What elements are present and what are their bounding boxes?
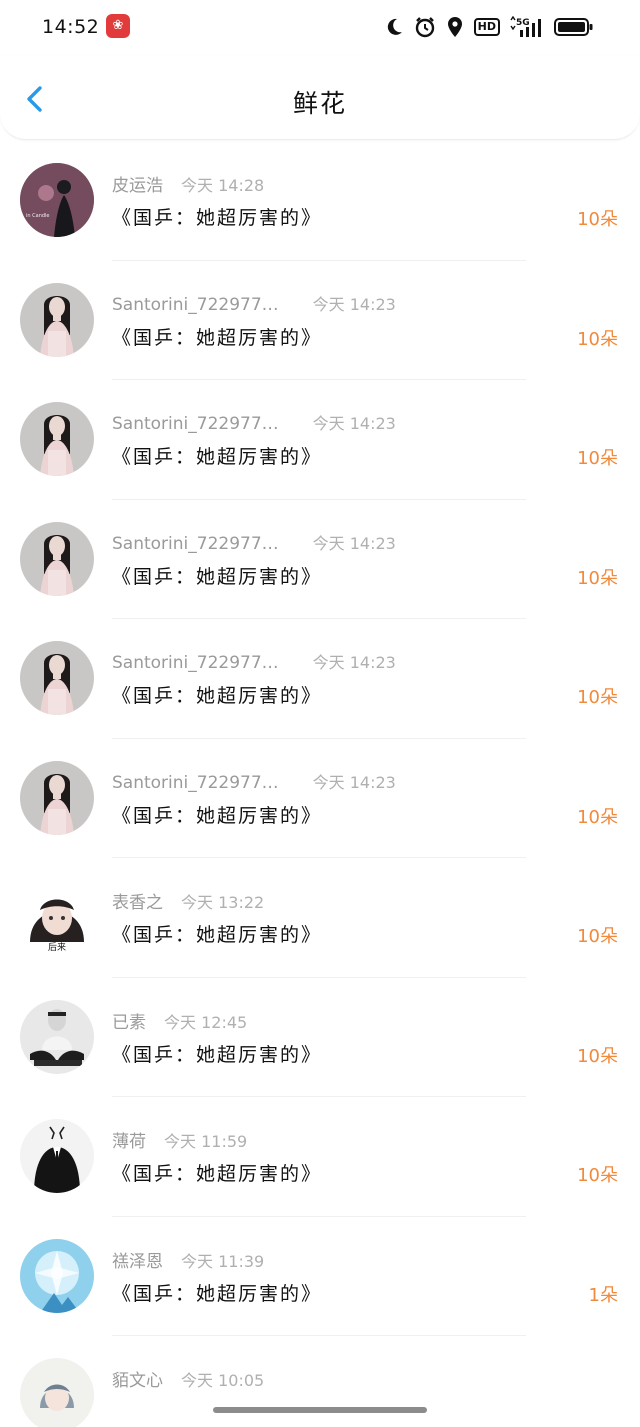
avatar-sitting-person[interactable] <box>20 999 94 1074</box>
user-name[interactable]: 禚泽恩 <box>112 1247 163 1272</box>
status-bar: 14:52 ❀ HD 5G <box>0 0 640 56</box>
avatar-anime[interactable] <box>20 1358 94 1427</box>
home-indicator[interactable] <box>213 1407 427 1413</box>
status-icons: HD 5G <box>384 16 594 38</box>
post-title[interactable]: 《国乒：她超厉害的》 <box>112 203 322 230</box>
network-label: 5G <box>516 18 530 28</box>
post-time: 今天 14:28 <box>181 176 265 195</box>
post-time: 今天 11:59 <box>164 1132 248 1151</box>
avatar-woman[interactable] <box>20 760 94 835</box>
avatar-woman[interactable] <box>20 402 94 476</box>
item-meta: Santorini_722977… 今天 14:23 <box>112 530 396 554</box>
post-title[interactable]: 《国乒：她超厉害的》 <box>112 801 322 828</box>
post-time: 今天 14:23 <box>312 653 396 672</box>
avatar-caption: 后来 <box>48 942 66 953</box>
user-name[interactable]: 表香之 <box>112 888 163 913</box>
list-item[interactable]: 貊文心 今天 10:05 <box>0 1336 640 1427</box>
post-time: 今天 14:23 <box>312 414 396 433</box>
status-time: 14:52 <box>42 16 100 38</box>
avatar-woman[interactable] <box>20 521 94 596</box>
post-time: 今天 10:05 <box>181 1371 265 1390</box>
item-meta: Santorini_722977… 今天 14:23 <box>112 410 396 434</box>
item-meta: 表香之 今天 13:22 <box>112 888 264 913</box>
post-title[interactable]: 《国乒：她超厉害的》 <box>112 442 322 469</box>
post-title[interactable]: 《国乒：她超厉害的》 <box>112 323 322 350</box>
user-name[interactable]: 薄荷 <box>112 1127 146 1152</box>
list-item[interactable]: Santorini_722977… 今天 14:23 《国乒：她超厉害的》 10… <box>0 261 640 381</box>
post-time: 今天 13:22 <box>181 893 265 912</box>
avatar-dark-portrait[interactable]: in Candle <box>20 163 94 237</box>
list-item[interactable]: Santorini_722977… 今天 14:23 《国乒：她超厉害的》 10… <box>0 500 640 620</box>
post-title[interactable]: 《国乒：她超厉害的》 <box>112 562 322 589</box>
post-time: 今天 11:39 <box>181 1251 265 1271</box>
flower-count: 10朵 <box>577 806 618 828</box>
flower-count: 1朵 <box>588 1284 618 1306</box>
user-name[interactable]: Santorini_722977… <box>112 534 279 554</box>
hd-icon: HD <box>473 18 500 36</box>
post-title[interactable]: 《国乒：她超厉害的》 <box>112 1279 322 1306</box>
post-title[interactable]: 《国乒：她超厉害的》 <box>112 681 322 708</box>
alarm-icon <box>415 17 434 38</box>
list-item[interactable]: 已素 今天 12:45 《国乒：她超厉害的》 10朵 <box>0 978 640 1098</box>
user-name[interactable]: Santorini_722977… <box>112 653 279 673</box>
avatar-woman[interactable] <box>20 641 94 715</box>
flower-count: 10朵 <box>577 209 618 230</box>
flower-count: 10朵 <box>577 328 618 350</box>
post-title[interactable]: 《国乒：她超厉害的》 <box>112 920 322 947</box>
item-meta: Santorini_722977… 今天 14:23 <box>112 649 396 673</box>
list-item[interactable]: 薄荷 今天 11:59 《国乒：她超厉害的》 10朵 <box>0 1097 640 1217</box>
post-title[interactable]: 《国乒：她超厉害的》 <box>112 1040 322 1067</box>
item-meta: Santorini_722977… 今天 14:23 <box>112 769 396 793</box>
user-name[interactable]: Santorini_722977… <box>112 773 279 793</box>
avatar-woman[interactable] <box>20 282 94 357</box>
flower-count: 10朵 <box>577 1045 618 1067</box>
user-name[interactable]: 皮运浩 <box>112 171 163 196</box>
item-meta: 已素 今天 12:45 <box>112 1008 247 1033</box>
flower-count: 10朵 <box>577 448 618 469</box>
avatar-girl-caption[interactable]: 后来 <box>20 880 94 954</box>
item-meta: Santorini_722977… 今天 14:23 <box>112 291 396 315</box>
item-meta: 貊文心 今天 10:05 <box>112 1366 264 1391</box>
flower-count: 10朵 <box>577 1165 618 1186</box>
signal-5g-icon: 5G <box>510 16 541 37</box>
flower-count: 10朵 <box>577 687 618 708</box>
nav-bar: 鲜花 <box>0 56 640 140</box>
user-name[interactable]: Santorini_722977… <box>112 414 279 434</box>
user-name[interactable]: 貊文心 <box>112 1366 163 1391</box>
list-item[interactable]: Santorini_722977… 今天 14:23 《国乒：她超厉害的》 10… <box>0 380 640 500</box>
gift-list: in Candle 皮运浩 今天 14:28 《国乒：她超厉害的》 10朵 Sa… <box>0 141 640 1427</box>
moon-icon <box>387 18 402 35</box>
item-meta: 薄荷 今天 11:59 <box>112 1127 247 1152</box>
list-item[interactable]: 禚泽恩 今天 11:39 《国乒：她超厉害的》 1朵 <box>0 1217 640 1337</box>
post-time: 今天 14:23 <box>312 294 396 314</box>
avatar-blue-crystal[interactable] <box>20 1238 94 1313</box>
app-notification-icon: ❀ <box>106 14 130 38</box>
location-icon <box>447 17 462 37</box>
flower-count: 10朵 <box>577 567 618 589</box>
list-item[interactable]: in Candle 皮运浩 今天 14:28 《国乒：她超厉害的》 10朵 <box>0 141 640 261</box>
battery-icon <box>554 18 593 36</box>
post-time: 今天 14:23 <box>312 533 396 553</box>
post-time: 今天 12:45 <box>164 1012 248 1032</box>
flower-count: 10朵 <box>577 926 618 947</box>
page-title: 鲜花 <box>292 89 347 118</box>
post-title[interactable]: 《国乒：她超厉害的》 <box>112 1159 322 1186</box>
user-name[interactable]: 已素 <box>112 1008 146 1033</box>
user-name[interactable]: Santorini_722977… <box>112 295 279 315</box>
item-meta: 皮运浩 今天 14:28 <box>112 171 264 196</box>
svg-text:in Candle: in Candle <box>26 213 50 219</box>
list-item[interactable]: Santorini_722977… 今天 14:23 《国乒：她超厉害的》 10… <box>0 619 640 739</box>
item-meta: 禚泽恩 今天 11:39 <box>112 1247 264 1272</box>
list-item[interactable]: Santorini_722977… 今天 14:23 《国乒：她超厉害的》 10… <box>0 739 640 859</box>
avatar-suit-figure[interactable] <box>20 1119 94 1193</box>
post-time: 今天 14:23 <box>312 772 396 792</box>
list-item[interactable]: 后来 表香之 今天 13:22 《国乒：她超厉害的》 10朵 <box>0 858 640 978</box>
